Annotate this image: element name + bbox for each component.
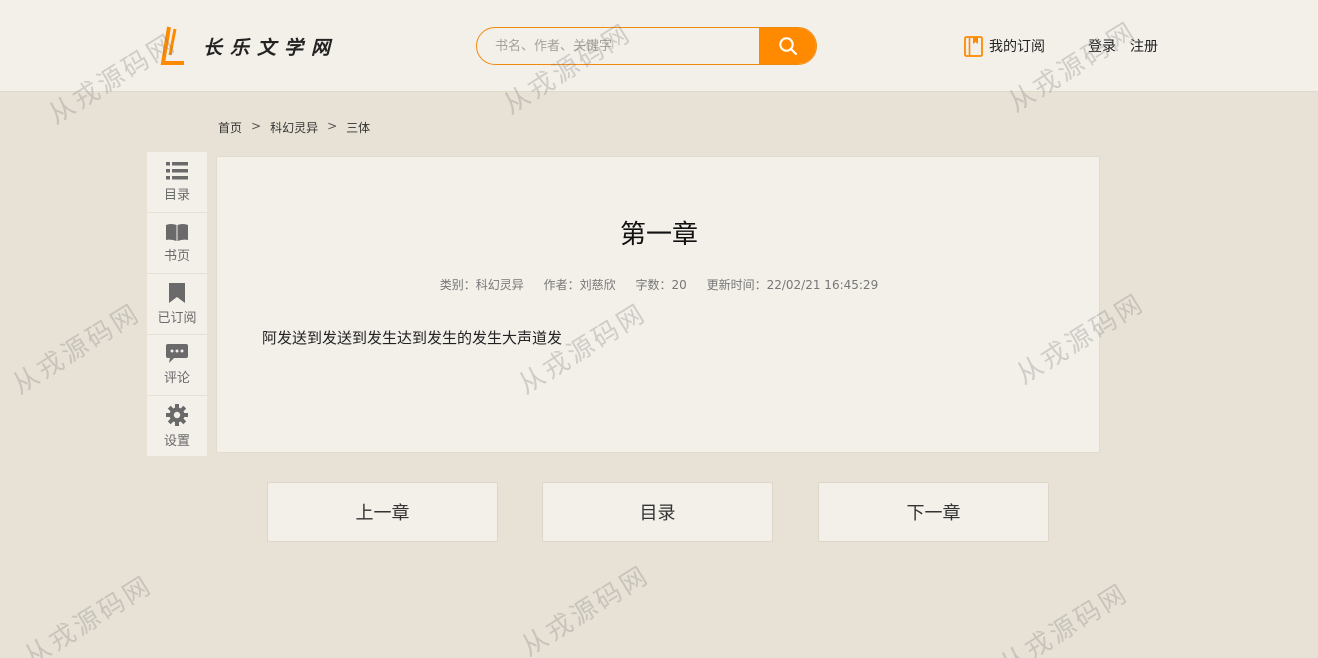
table-of-contents-button[interactable]: 目录 — [542, 482, 773, 542]
toolbar-item-bookpage[interactable]: 书页 — [147, 213, 207, 274]
watermark: 从戎源码网 — [19, 570, 159, 658]
chapter-content: 阿发送到发送到发生达到发生的发生大声道发 — [262, 329, 563, 347]
watermark: 从戎源码网 — [995, 578, 1135, 658]
breadcrumb-separator: > — [251, 119, 262, 133]
my-subscriptions-label: 我的订阅 — [989, 39, 1045, 55]
header-user-links: 我的订阅 登录 注册 — [964, 35, 1158, 57]
chapter-updated-time: 更新时间：22/02/21 16:45:29 — [706, 278, 879, 292]
toolbar-label: 书页 — [163, 248, 190, 264]
book-icon — [166, 223, 188, 241]
chapter-word-count: 字数：20 — [635, 278, 687, 292]
search-icon — [778, 37, 797, 56]
bookmark-icon — [169, 282, 185, 303]
breadcrumb-home[interactable]: 首页 — [218, 119, 242, 136]
subscription-book-icon — [964, 35, 983, 57]
toolbar-label: 目录 — [163, 187, 190, 203]
chapter-author: 作者：刘慈欣 — [543, 278, 616, 292]
comment-icon — [166, 344, 188, 363]
toolbar-item-toc[interactable]: 目录 — [147, 152, 207, 213]
toolbar-item-comments[interactable]: 评论 — [147, 335, 207, 396]
toolbar-label: 设置 — [163, 434, 190, 449]
chapter-meta: 类别：科幻灵异 作者：刘慈欣 字数：20 更新时间：22/02/21 16:45… — [217, 276, 1101, 293]
watermark: 从戎源码网 — [516, 560, 656, 658]
prev-chapter-button[interactable]: 上一章 — [267, 482, 498, 542]
site-header: 长乐文学网 我的订阅 登录 注册 — [0, 0, 1318, 92]
breadcrumb-current: 三体 — [346, 121, 371, 135]
chapter-category: 类别：科幻灵异 — [439, 278, 524, 292]
chapter-title: 第一章 — [619, 220, 698, 250]
list-icon — [166, 161, 188, 179]
reader-toolbar: 目录 书页 已订阅 评论 设置 — [147, 152, 207, 456]
login-link[interactable]: 登录 — [1088, 36, 1116, 56]
breadcrumb-separator: > — [327, 119, 338, 133]
chapter-card: 第一章 类别：科幻灵异 作者：刘慈欣 字数：20 更新时间：22/02/21 1… — [216, 156, 1100, 453]
next-chapter-button[interactable]: 下一章 — [818, 482, 1049, 542]
toolbar-item-settings[interactable]: 设置 — [147, 396, 207, 457]
register-link[interactable]: 注册 — [1130, 36, 1158, 56]
toolbar-label: 评论 — [163, 371, 190, 386]
search-button[interactable] — [759, 28, 816, 64]
my-subscriptions-link[interactable]: 我的订阅 — [964, 35, 1045, 57]
watermark: 从戎源码网 — [7, 298, 147, 401]
search-input[interactable] — [477, 28, 759, 64]
logo-mark-icon — [160, 26, 184, 65]
search-bar — [476, 27, 817, 65]
gear-icon — [166, 404, 188, 426]
toolbar-label: 已订阅 — [157, 310, 197, 326]
site-logo[interactable]: 长乐文学网 — [160, 25, 338, 67]
toolbar-item-subscribed[interactable]: 已订阅 — [147, 274, 207, 335]
logo-text: 长乐文学网 — [203, 36, 339, 59]
breadcrumb-category[interactable]: 科幻灵异 — [270, 119, 318, 136]
breadcrumb: 首页 > 科幻灵异 > 三体 — [218, 119, 370, 136]
